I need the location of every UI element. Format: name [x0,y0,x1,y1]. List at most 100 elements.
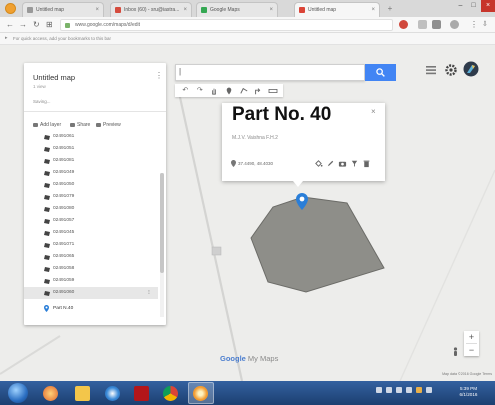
polygon-icon [44,219,50,224]
language-icon[interactable] [426,387,432,393]
paint-bucket-icon[interactable] [314,159,323,168]
polygon-icon [44,243,50,248]
polygon-shape[interactable] [250,196,385,293]
undo-icon[interactable]: ↶ [180,86,190,95]
preview-label: Preview [103,122,121,128]
list-item-label: 02491060 [53,290,75,295]
list-item[interactable]: 02491051 [24,143,158,155]
search-button[interactable] [365,64,396,81]
zoom-out-button[interactable]: − [464,344,479,356]
ruler-icon[interactable] [268,87,278,95]
system-tray [376,387,432,393]
view-count: 1 view [33,84,46,89]
list-item-label: Part N.40 [53,306,74,311]
map-attribution[interactable]: Map data ©2016 Google Terms [400,372,492,376]
taskbar-clock[interactable]: 5:39 PM 6/1/2016 [446,386,491,398]
polygon-icon [44,279,50,284]
list-item[interactable]: 02491050 [24,179,158,191]
map-title[interactable]: Untitled map [33,73,75,82]
search-input[interactable] [179,67,359,79]
logo-product: My Maps [245,354,279,363]
item-options-icon[interactable]: ⁝ [148,289,150,296]
list-item[interactable]: 02491058 [24,263,158,275]
camera-icon[interactable] [338,159,347,168]
list-item[interactable]: 02491065 [24,251,158,263]
pin-icon [44,305,49,312]
add-layer-label: Add layer [40,122,62,128]
share-icon [70,123,75,127]
tray-icon[interactable] [376,387,382,393]
chrome-canary-icon[interactable] [193,386,208,401]
network-icon[interactable] [396,387,402,393]
polygon-icon [44,171,50,176]
close-icon[interactable]: × [371,107,376,116]
feature-info-window: Part No. 40 × M.J.V. Vaishna F.H.2 37.44… [222,103,385,187]
account-avatar[interactable] [463,61,479,77]
browser-taskbar-icon[interactable] [43,386,58,401]
media-player-icon[interactable] [105,386,120,401]
save-status: Saving... [33,99,51,104]
feature-coordinates: 37.4490, 48.4030 [238,161,274,166]
list-item-label: 02491065 [53,254,75,259]
list-item-label: 02491079 [53,194,75,199]
add-layer-icon [33,123,38,127]
directions-icon[interactable] [253,87,263,95]
preview-button[interactable]: Preview [96,122,121,128]
redo-icon[interactable]: ↷ [195,86,205,95]
preview-icon [96,123,101,127]
list-item-pin[interactable]: Part N.40 [24,303,158,315]
polygon-icon [44,159,50,164]
share-button[interactable]: Share [70,122,90,128]
list-item[interactable]: 02491045 [24,227,158,239]
acrobat-icon[interactable] [134,386,149,401]
location-icon [231,160,236,167]
edit-pencil-icon[interactable] [326,159,335,168]
list-item-label: 02491049 [53,170,75,175]
search-box[interactable]: | [175,64,365,81]
apps-grid-icon[interactable] [424,63,438,77]
my-maps-logo: Google My Maps [220,354,278,363]
file-explorer-icon[interactable] [75,386,90,401]
draw-line-icon[interactable] [239,87,249,95]
list-item-label: 02491050 [53,182,75,187]
search-icon [376,68,385,77]
list-item[interactable]: 02491080 [24,203,158,215]
list-item[interactable]: 02491061 [24,131,158,143]
volume-icon[interactable] [406,387,412,393]
list-item[interactable]: 02491059 [24,275,158,287]
list-item[interactable]: 02491060 ⁝ [24,287,158,299]
pegman-icon[interactable] [452,347,459,357]
hand-icon[interactable] [209,87,219,95]
list-item[interactable]: 02491057 [24,215,158,227]
list-item-label: 02491058 [53,266,75,271]
add-marker-icon[interactable] [224,87,234,95]
list-item-label: 02491081 [53,158,75,163]
logo-brand: Google [220,354,246,363]
list-item[interactable]: 02491079 [24,191,158,203]
add-layer-button[interactable]: Add layer [33,122,61,128]
list-item[interactable]: 02491081 [24,155,158,167]
more-options-icon[interactable]: ⋮ [155,71,163,80]
scrollbar[interactable] [160,173,164,317]
gear-icon[interactable] [444,63,458,77]
list-item[interactable]: 02491071 [24,239,158,251]
chrome-icon[interactable] [163,386,178,401]
zoom-in-button[interactable]: + [464,331,479,343]
polygon-icon [44,195,50,200]
tray-icon[interactable] [416,387,422,393]
polygon-icon [44,291,50,296]
road-shield-icon [211,246,222,256]
tray-icon[interactable] [386,387,392,393]
list-item[interactable]: 02491049 [24,167,158,179]
start-button[interactable] [8,383,28,403]
scrollbar-thumb[interactable] [160,173,164,273]
polygon-icon [44,255,50,260]
list-item-label: 02491071 [53,242,75,247]
trash-icon[interactable] [362,159,371,168]
share-label: Share [77,122,91,128]
feature-title[interactable]: Part No. 40 [232,104,331,126]
filter-icon[interactable] [350,159,359,168]
taskbar: 5:39 PM 6/1/2016 [0,381,495,405]
list-item-label: 02491059 [53,278,75,283]
feature-description: M.J.V. Vaishna F.H.2 [232,135,278,141]
